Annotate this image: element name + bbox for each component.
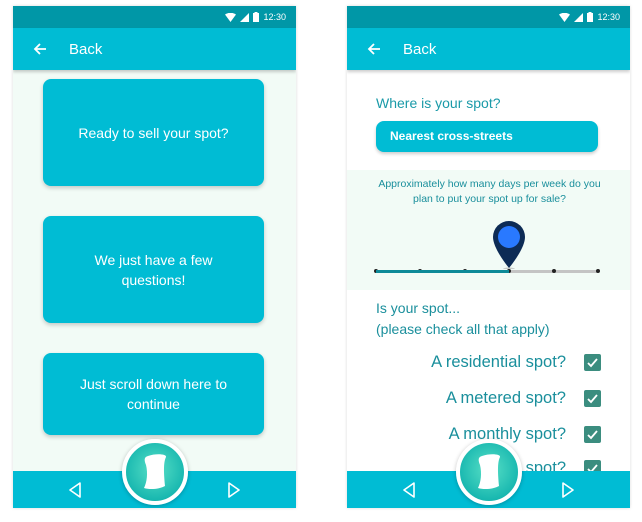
battery-icon bbox=[587, 12, 594, 22]
app-logo-icon bbox=[477, 454, 500, 490]
slider-fill bbox=[376, 270, 510, 273]
map-pin-slider-handle[interactable] bbox=[491, 219, 527, 269]
battery-icon bbox=[253, 12, 260, 22]
days-slider[interactable] bbox=[374, 221, 600, 273]
phone-screen-questions: 12:30 Back Where is your spot? Nearest c… bbox=[347, 6, 630, 508]
monthly-checkbox[interactable] bbox=[584, 426, 601, 443]
status-bar: 12:30 bbox=[347, 6, 630, 28]
slider-tick bbox=[596, 269, 600, 273]
status-bar: 12:30 bbox=[13, 6, 296, 28]
app-bar: Back bbox=[13, 28, 296, 70]
spot-type-row-residential[interactable]: A residential spot? bbox=[431, 353, 601, 372]
status-time: 12:30 bbox=[263, 12, 286, 22]
home-fab-button[interactable] bbox=[121, 439, 188, 505]
phone-screen-intro: 12:30 Back Ready to sell your spot? We j… bbox=[13, 6, 296, 508]
triangle-left-icon[interactable] bbox=[402, 482, 416, 498]
triangle-left-icon[interactable] bbox=[68, 482, 82, 498]
status-time: 12:30 bbox=[597, 12, 620, 22]
signal-icon bbox=[240, 12, 250, 22]
intro-card-sell: Ready to sell your spot? bbox=[43, 79, 264, 186]
check-icon bbox=[587, 394, 598, 404]
triangle-right-icon[interactable] bbox=[561, 482, 575, 498]
app-bar: Back bbox=[347, 28, 630, 70]
residential-checkbox[interactable] bbox=[584, 354, 601, 371]
wifi-icon bbox=[225, 12, 237, 22]
back-button[interactable]: Back bbox=[403, 41, 436, 58]
check-icon bbox=[587, 430, 598, 440]
intro-card-scroll: Just scroll down here to continue bbox=[43, 353, 264, 435]
cross-streets-button[interactable]: Nearest cross-streets bbox=[376, 121, 598, 152]
location-section bbox=[347, 70, 630, 170]
arrow-left-icon[interactable] bbox=[33, 42, 47, 56]
app-logo-icon bbox=[143, 454, 166, 490]
spot-type-row-metered[interactable]: A metered spot? bbox=[446, 389, 601, 408]
home-fab-button[interactable] bbox=[455, 439, 522, 505]
check-icon bbox=[587, 358, 598, 368]
wifi-icon bbox=[559, 12, 571, 22]
days-question: Approximately how many days per week do … bbox=[378, 178, 601, 205]
metered-checkbox[interactable] bbox=[584, 390, 601, 407]
spot-type-label: A metered spot? bbox=[445, 389, 566, 407]
back-button[interactable]: Back bbox=[69, 41, 102, 58]
spot-type-question: Is your spot... (please check all that a… bbox=[376, 300, 550, 337]
spot-type-row-monthly[interactable]: A monthly spot? bbox=[449, 425, 601, 444]
slider-tick bbox=[551, 269, 556, 273]
intro-card-questions: We just have a few questions! bbox=[43, 216, 264, 323]
spot-type-label: A residential spot? bbox=[431, 353, 566, 371]
triangle-right-icon[interactable] bbox=[227, 482, 241, 498]
spot-type-label: A monthly spot? bbox=[448, 425, 566, 443]
arrow-left-icon[interactable] bbox=[367, 42, 381, 56]
signal-icon bbox=[574, 12, 584, 22]
location-question: Where is your spot? bbox=[376, 95, 501, 111]
